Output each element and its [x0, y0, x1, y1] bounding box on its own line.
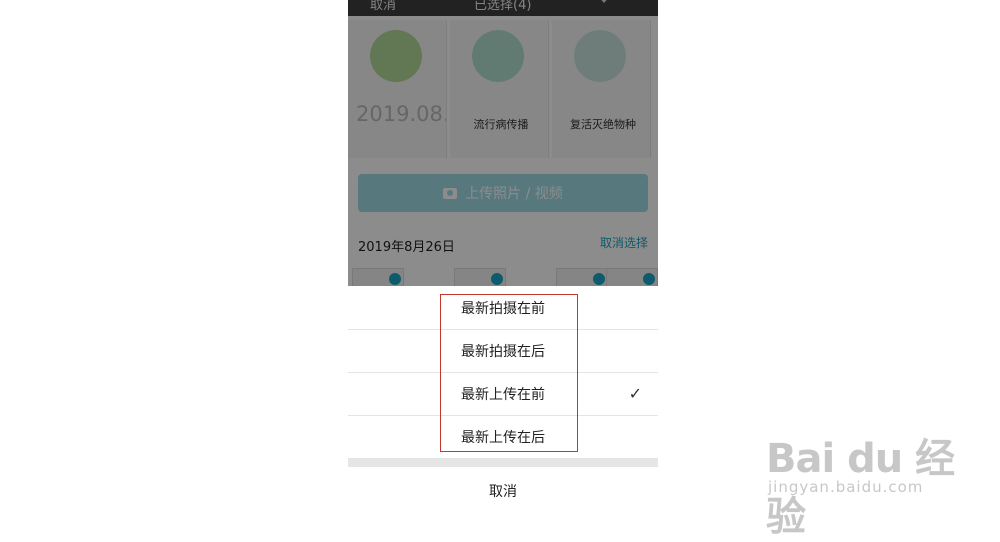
sort-option-newest-upload-first[interactable]: 最新上传在前 ✓	[348, 372, 658, 416]
baidu-jingyan-watermark: Bai du 经验 jingyan.baidu.com	[762, 412, 992, 540]
sort-option-newest-shot-first[interactable]: 最新拍摄在前	[348, 286, 658, 330]
phone-screen: 取消 已选择(4) 2019.08.26 流行病传播 复活灭绝物种 上传照片 /…	[348, 0, 658, 522]
sheet-divider	[348, 459, 658, 467]
watermark-url: jingyan.baidu.com	[768, 478, 924, 496]
sort-option-label: 最新上传在前	[461, 386, 545, 403]
sort-action-sheet: 最新拍摄在前 最新拍摄在后 最新上传在前 ✓ 最新上传在后 取消	[348, 286, 658, 522]
sort-option-newest-upload-last[interactable]: 最新上传在后	[348, 415, 658, 459]
sort-option-label: 最新拍摄在后	[461, 343, 545, 360]
checkmark-icon: ✓	[628, 384, 642, 403]
sheet-cancel-button[interactable]: 取消	[348, 467, 658, 514]
sort-option-newest-shot-last[interactable]: 最新拍摄在后	[348, 329, 658, 373]
modal-overlay[interactable]	[348, 0, 658, 286]
sort-option-label: 最新拍摄在前	[461, 300, 545, 317]
sheet-cancel-label: 取消	[489, 483, 517, 500]
sort-option-label: 最新上传在后	[461, 429, 545, 446]
